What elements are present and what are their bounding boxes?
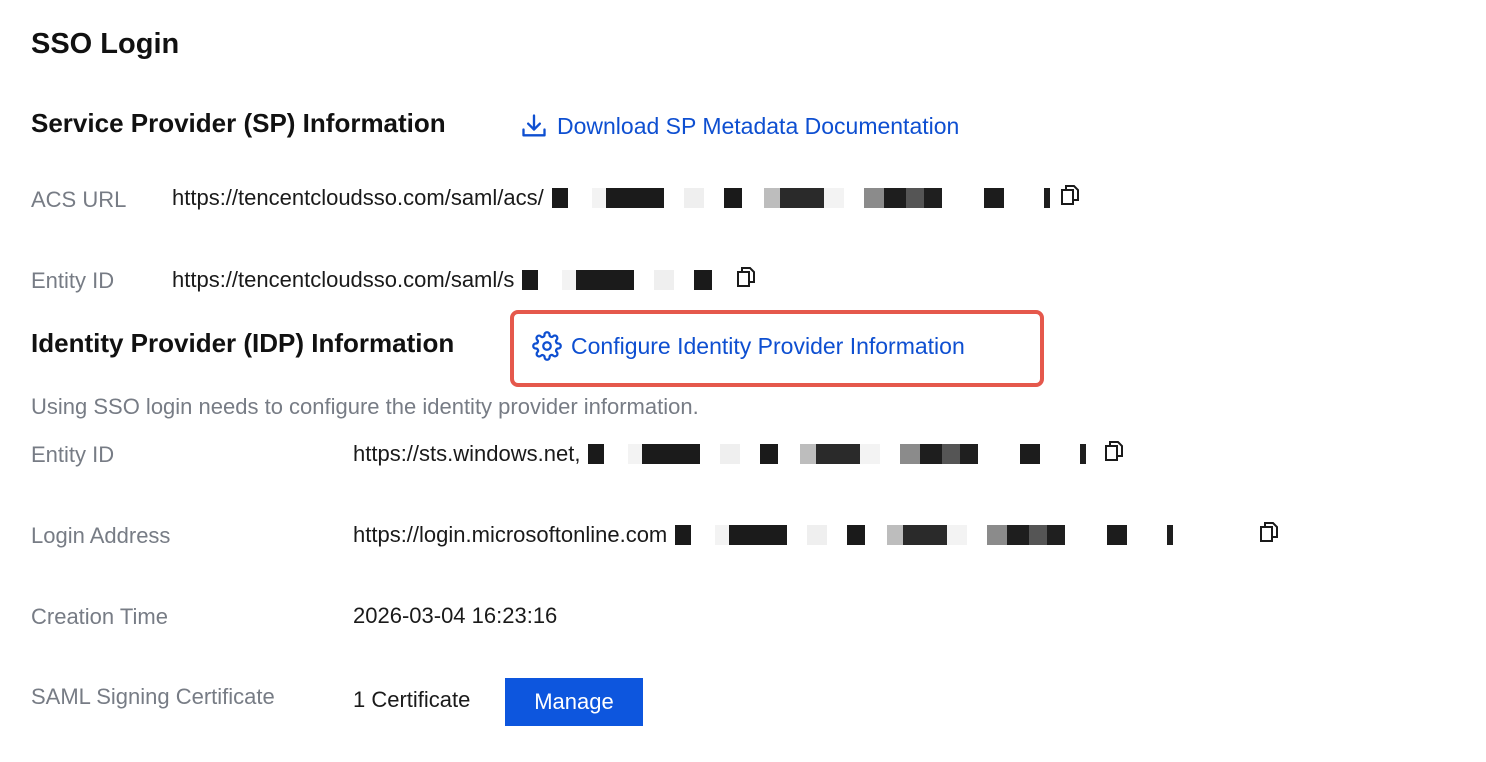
idp-section-title: Identity Provider (IDP) Information	[31, 328, 455, 358]
redacted-block	[543, 180, 1056, 216]
login-address-value: https://login.microsoftonline.com	[353, 517, 1279, 553]
idp-entity-id-value: https://sts.windows.net,	[353, 436, 1124, 472]
download-sp-metadata-link[interactable]: Download SP Metadata Documentation	[520, 112, 959, 140]
sp-section-title: Service Provider (SP) Information	[31, 108, 446, 138]
redacted-block	[580, 436, 1101, 472]
idp-entity-id-text: https://sts.windows.net,	[353, 441, 581, 466]
manage-button[interactable]: Manage	[505, 678, 643, 726]
saml-cert-label: SAML Signing Certificate	[31, 684, 275, 709]
configure-idp-link[interactable]: Configure Identity Provider Information	[532, 331, 965, 361]
download-sp-metadata-label: Download SP Metadata Documentation	[557, 112, 960, 139]
idp-entity-id-label: Entity ID	[31, 442, 115, 467]
sp-entity-id-label: Entity ID	[31, 268, 115, 293]
acs-url-label: ACS URL	[31, 187, 127, 212]
copy-icon[interactable]	[1104, 440, 1124, 468]
acs-url-text: https://tencentcloudsso.com/saml/acs/	[172, 185, 544, 210]
idp-hint-text: Using SSO login needs to configure the i…	[31, 394, 699, 419]
login-address-text: https://login.microsoftonline.com	[353, 522, 668, 547]
sp-entity-id-value: https://tencentcloudsso.com/saml/s	[172, 262, 756, 298]
acs-url-value: https://tencentcloudsso.com/saml/acs/	[172, 180, 1080, 216]
copy-icon[interactable]	[1060, 184, 1080, 212]
download-icon	[522, 114, 546, 137]
gear-icon	[532, 331, 562, 361]
page-title: SSO Login	[31, 28, 180, 60]
configure-idp-label: Configure Identity Provider Information	[571, 332, 965, 359]
login-address-label: Login Address	[31, 523, 171, 548]
copy-icon[interactable]	[1259, 521, 1279, 549]
creation-time-label: Creation Time	[31, 604, 168, 629]
copy-icon[interactable]	[736, 266, 756, 294]
sp-entity-id-text: https://tencentcloudsso.com/saml/s	[172, 267, 515, 292]
saml-cert-value: 1 Certificate	[353, 687, 471, 712]
redacted-block	[514, 262, 733, 298]
creation-time-value: 2026-03-04 16:23:16	[353, 603, 558, 628]
redacted-block	[667, 517, 1256, 553]
